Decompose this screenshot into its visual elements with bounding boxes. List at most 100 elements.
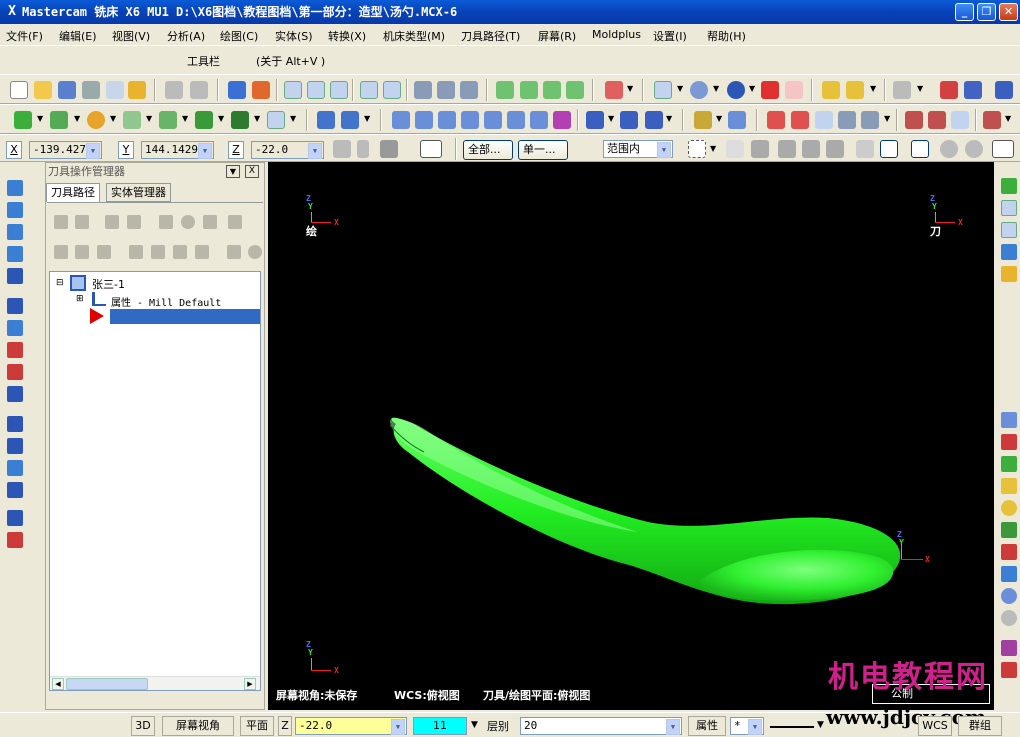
machine-icon[interactable] xyxy=(983,111,1001,129)
chevron-down-icon[interactable]: ▼ xyxy=(817,720,824,730)
undelete-icon[interactable] xyxy=(437,81,455,99)
xform-array-icon[interactable] xyxy=(530,111,548,129)
chevron-down-icon[interactable]: ▼ xyxy=(37,114,43,123)
plane-button[interactable]: 平面 xyxy=(240,716,274,736)
fillet-icon[interactable] xyxy=(123,111,141,129)
mru-zoom-icon[interactable] xyxy=(1001,200,1017,216)
delete-entity-icon[interactable] xyxy=(414,81,432,99)
wcs-button[interactable]: WCS xyxy=(918,716,952,736)
list-icon[interactable] xyxy=(791,111,809,129)
tree-expand-icon[interactable]: ⊞ xyxy=(76,294,86,304)
g1-post-icon[interactable] xyxy=(203,215,217,229)
scroll-to-icon[interactable] xyxy=(195,245,209,259)
properties-icon[interactable] xyxy=(964,81,982,99)
menu-xform[interactable]: 转换(X) xyxy=(328,28,366,44)
tree-root-label[interactable]: 张三-1 xyxy=(92,276,125,292)
menu-toolpaths[interactable]: 刀具路径(T) xyxy=(461,28,520,44)
select-dirty-ops-icon[interactable] xyxy=(75,215,89,229)
insert-arrow-icon[interactable] xyxy=(173,245,187,259)
view-front-icon[interactable] xyxy=(520,81,538,99)
chevron-down-icon[interactable]: ▼ xyxy=(716,114,722,123)
tool-lib-icon[interactable] xyxy=(928,111,946,129)
zoom-window-icon[interactable] xyxy=(307,81,325,99)
zoom-dynamic-icon[interactable] xyxy=(654,81,672,99)
no-select-icon[interactable] xyxy=(940,140,958,158)
break-icon[interactable] xyxy=(620,111,638,129)
mru-sphere-icon[interactable] xyxy=(1001,588,1017,604)
curve-icon[interactable] xyxy=(7,224,23,240)
chevron-down-icon[interactable]: ▼ xyxy=(254,114,260,123)
mru-curve-icon[interactable] xyxy=(1001,434,1017,450)
copy-icon[interactable] xyxy=(861,111,879,129)
menu-file[interactable]: 文件(F) xyxy=(6,28,43,44)
panel-close-icon[interactable]: X xyxy=(245,165,259,178)
extrude-icon[interactable] xyxy=(7,320,23,336)
chevron-down-icon[interactable]: ▼ xyxy=(364,114,370,123)
trim-icon[interactable] xyxy=(586,111,604,129)
mru-pan-icon[interactable] xyxy=(1001,244,1017,260)
move-up-icon[interactable] xyxy=(151,245,165,259)
chevron-down-icon[interactable]: ▼ xyxy=(627,84,633,93)
xform-rotate-icon[interactable] xyxy=(415,111,433,129)
table-icon[interactable] xyxy=(7,482,23,498)
clear-icon[interactable] xyxy=(965,140,983,158)
z-depth-label[interactable]: Z xyxy=(278,716,292,736)
x-coord-field[interactable]: -139.427 ▼ xyxy=(29,141,102,159)
circle-icon[interactable] xyxy=(87,111,105,129)
wireframe-solid-icon[interactable] xyxy=(785,81,803,99)
range-select[interactable]: 范围内 ▼ xyxy=(603,140,673,158)
select-mode-icon[interactable] xyxy=(880,140,898,158)
z-depth-field[interactable]: -22.0 ▼ xyxy=(295,717,407,735)
analyze-icon[interactable] xyxy=(846,81,864,99)
insert-position-row[interactable] xyxy=(110,309,260,324)
new-file-icon[interactable] xyxy=(10,81,28,99)
chevron-down-icon[interactable]: ▼ xyxy=(749,84,755,93)
3d-toggle-button[interactable]: 3D xyxy=(131,716,155,736)
chevron-down-icon[interactable]: ▼ xyxy=(710,144,716,153)
point-icon[interactable] xyxy=(14,111,32,129)
mru-line-icon[interactable] xyxy=(1001,478,1017,494)
mru-solid-icon[interactable] xyxy=(1001,566,1017,582)
menu-analyze[interactable]: 分析(A) xyxy=(167,28,205,44)
tool-icon[interactable] xyxy=(905,111,923,129)
xform-translate-icon[interactable] xyxy=(392,111,410,129)
chevron-down-icon[interactable]: ▼ xyxy=(713,84,719,93)
config-icon[interactable] xyxy=(380,140,398,158)
xform-project-icon[interactable] xyxy=(507,111,525,129)
sweep-icon[interactable] xyxy=(7,386,23,402)
highfeed-icon[interactable] xyxy=(227,245,241,259)
groups-button[interactable]: 群组 xyxy=(958,716,1002,736)
restore-button[interactable]: ❐ xyxy=(977,3,996,21)
point-style-select[interactable]: * ▼ xyxy=(730,717,764,735)
chevron-down-icon[interactable]: ▼ xyxy=(218,114,224,123)
spoon-model[interactable] xyxy=(268,162,994,710)
menu-about[interactable]: (关于 Alt+V ) xyxy=(256,53,325,69)
view-right-icon[interactable] xyxy=(543,81,561,99)
panel-menu-icon[interactable]: ▼ xyxy=(226,165,240,178)
cursor-icon[interactable] xyxy=(726,140,744,158)
view-iso-icon[interactable] xyxy=(566,81,584,99)
level-field[interactable]: 20 ▼ xyxy=(520,717,682,735)
spline-icon[interactable] xyxy=(159,111,177,129)
menu-screen[interactable]: 屏幕(R) xyxy=(538,28,576,44)
measure-icon[interactable] xyxy=(822,81,840,99)
chevron-down-icon[interactable]: ▼ xyxy=(290,114,296,123)
mru-grid-icon[interactable] xyxy=(1001,544,1017,560)
close-button[interactable]: ✕ xyxy=(999,3,1018,21)
verify-mode-icon[interactable] xyxy=(911,140,929,158)
zoom-target-icon[interactable] xyxy=(330,81,348,99)
verify-icon[interactable] xyxy=(856,140,874,158)
surface-icon[interactable] xyxy=(231,111,249,129)
lock-icon[interactable] xyxy=(54,245,68,259)
verify-ops-icon[interactable] xyxy=(181,215,195,229)
tab-solids-manager[interactable]: 实体管理器 xyxy=(106,183,171,202)
boolean-icon[interactable] xyxy=(7,438,23,454)
menu-machine-type[interactable]: 机床类型(M) xyxy=(383,28,445,44)
chevron-down-icon[interactable]: ▼ xyxy=(146,114,152,123)
tag-icon[interactable] xyxy=(838,111,856,129)
mru-fillet-icon[interactable] xyxy=(1001,522,1017,538)
search-icon[interactable] xyxy=(267,111,285,129)
mru-circle-icon[interactable] xyxy=(1001,500,1017,516)
chevron-down-icon[interactable]: ▼ xyxy=(182,114,188,123)
shading-sphere-icon[interactable] xyxy=(727,81,745,99)
